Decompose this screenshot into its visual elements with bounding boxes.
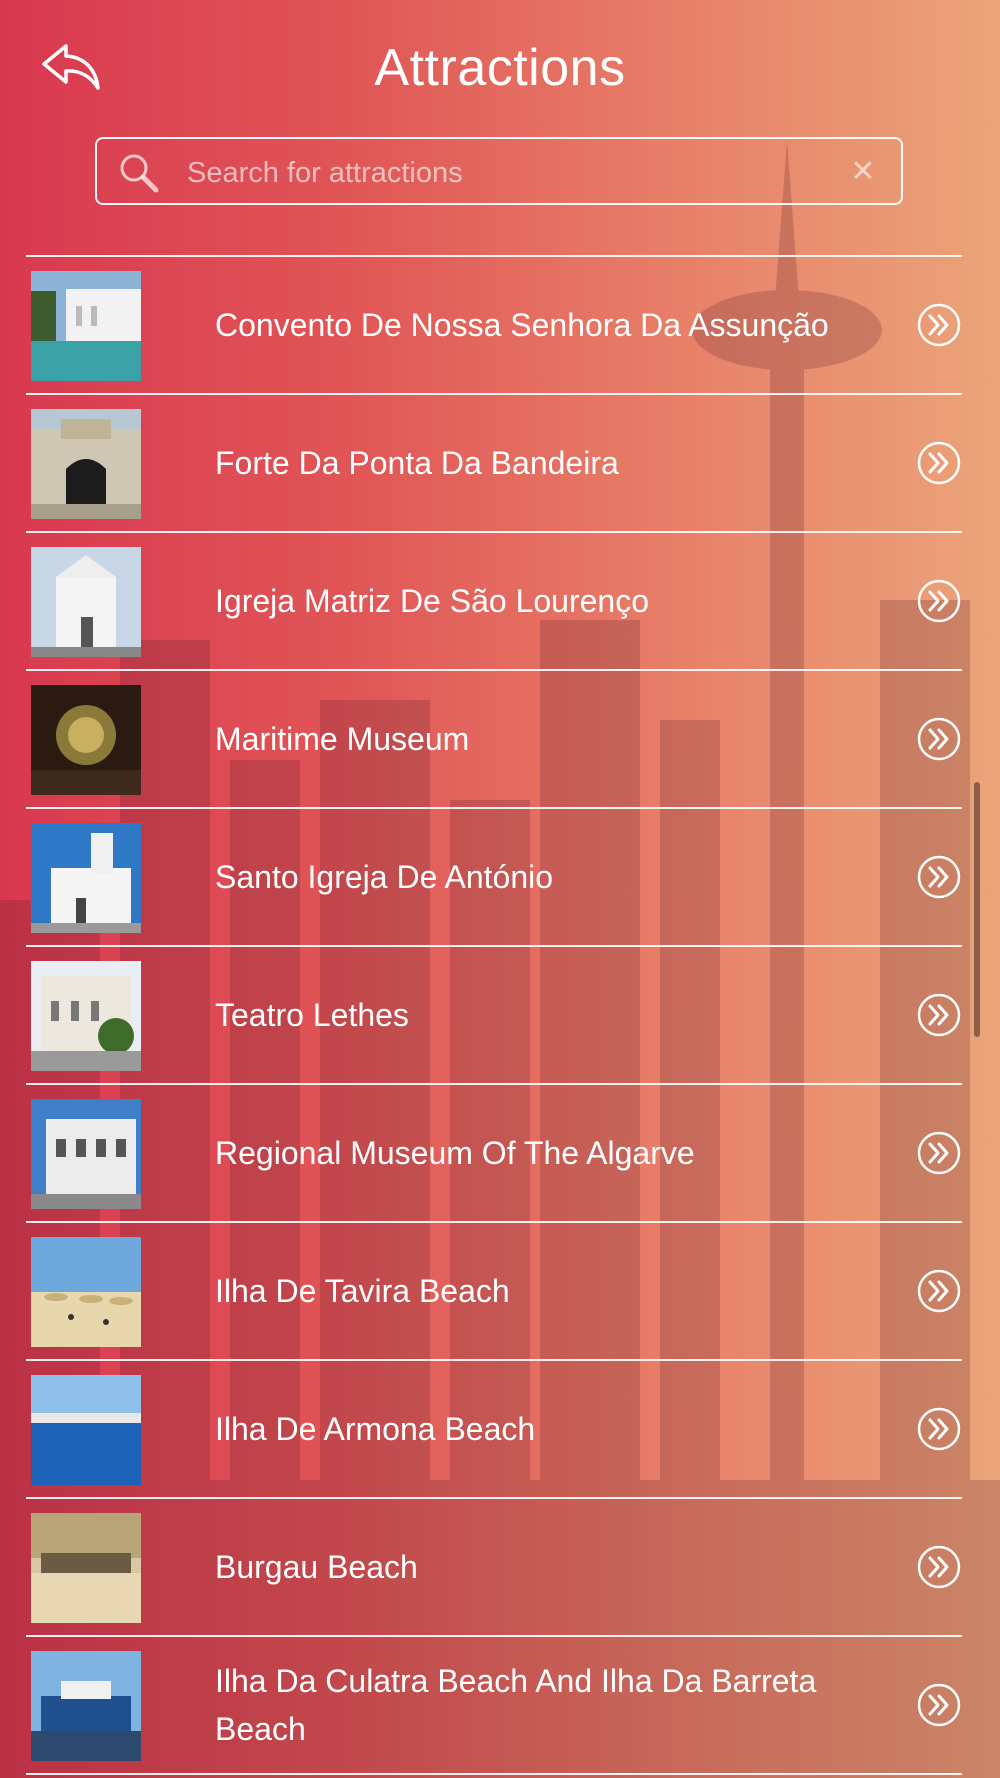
attraction-thumbnail [31, 1651, 141, 1761]
list-item[interactable]: Teatro Lethes [26, 947, 962, 1085]
attraction-name: Igreja Matriz De São Lourenço [215, 583, 649, 619]
chevron-double-right-icon[interactable] [916, 578, 962, 624]
attraction-thumbnail [31, 271, 141, 381]
chevron-double-right-icon[interactable] [916, 1406, 962, 1452]
list-item[interactable]: Ilha Da Culatra Beach And Ilha Da Barret… [26, 1637, 962, 1775]
attraction-thumbnail [31, 409, 141, 519]
clear-search-icon[interactable]: ✕ [845, 154, 881, 190]
attraction-thumbnail [31, 961, 141, 1071]
list-item[interactable]: Burgau Beach [26, 1499, 962, 1637]
header: Attractions [0, 0, 1000, 130]
attraction-name: Ilha De Tavira Beach [215, 1273, 510, 1309]
attraction-name: Santo Igreja De António [215, 859, 554, 895]
list-item[interactable]: Maritime Museum [26, 671, 962, 809]
chevron-double-right-icon[interactable] [916, 854, 962, 900]
chevron-double-right-icon[interactable] [916, 1682, 962, 1728]
attraction-thumbnail [31, 1513, 141, 1623]
attraction-name: Ilha Da Culatra Beach And Ilha Da Barret… [215, 1663, 817, 1747]
attraction-name: Burgau Beach [215, 1549, 418, 1585]
list-item[interactable]: Convento De Nossa Senhora Da Assunção [26, 257, 962, 395]
attraction-thumbnail [31, 547, 141, 657]
list-item[interactable]: Ilha De Armona Beach [26, 1361, 962, 1499]
list-item[interactable]: Forte Da Ponta Da Bandeira [26, 395, 962, 533]
attraction-name: Convento De Nossa Senhora Da Assunção [215, 307, 829, 343]
attraction-name: Ilha De Armona Beach [215, 1411, 536, 1447]
chevron-double-right-icon[interactable] [916, 1544, 962, 1590]
chevron-double-right-icon[interactable] [916, 440, 962, 486]
attraction-name: Maritime Museum [215, 721, 470, 757]
list-item[interactable]: Ilha De Tavira Beach [26, 1223, 962, 1361]
attraction-thumbnail [31, 1375, 141, 1485]
attraction-name: Forte Da Ponta Da Bandeira [215, 445, 619, 481]
chevron-double-right-icon[interactable] [916, 1130, 962, 1176]
list-item[interactable]: Regional Museum Of The Algarve [26, 1085, 962, 1223]
chevron-double-right-icon[interactable] [916, 302, 962, 348]
attraction-name: Teatro Lethes [215, 997, 409, 1033]
attraction-name: Regional Museum Of The Algarve [215, 1135, 695, 1171]
search-bar: ✕ [95, 137, 903, 205]
list-item[interactable]: Igreja Matriz De São Lourenço [26, 533, 962, 671]
attraction-thumbnail [31, 685, 141, 795]
page-title: Attractions [374, 39, 626, 97]
attraction-thumbnail [31, 823, 141, 933]
attraction-thumbnail [31, 1237, 141, 1347]
scrollbar[interactable] [974, 782, 980, 1037]
attractions-list: Convento De Nossa Senhora Da Assunção Fo… [26, 255, 962, 1775]
attraction-thumbnail [31, 1099, 141, 1209]
chevron-double-right-icon[interactable] [916, 1268, 962, 1314]
list-item[interactable]: Santo Igreja De António [26, 809, 962, 947]
chevron-double-right-icon[interactable] [916, 716, 962, 762]
chevron-double-right-icon[interactable] [916, 992, 962, 1038]
search-icon [120, 154, 159, 193]
search-input[interactable] [185, 149, 789, 197]
